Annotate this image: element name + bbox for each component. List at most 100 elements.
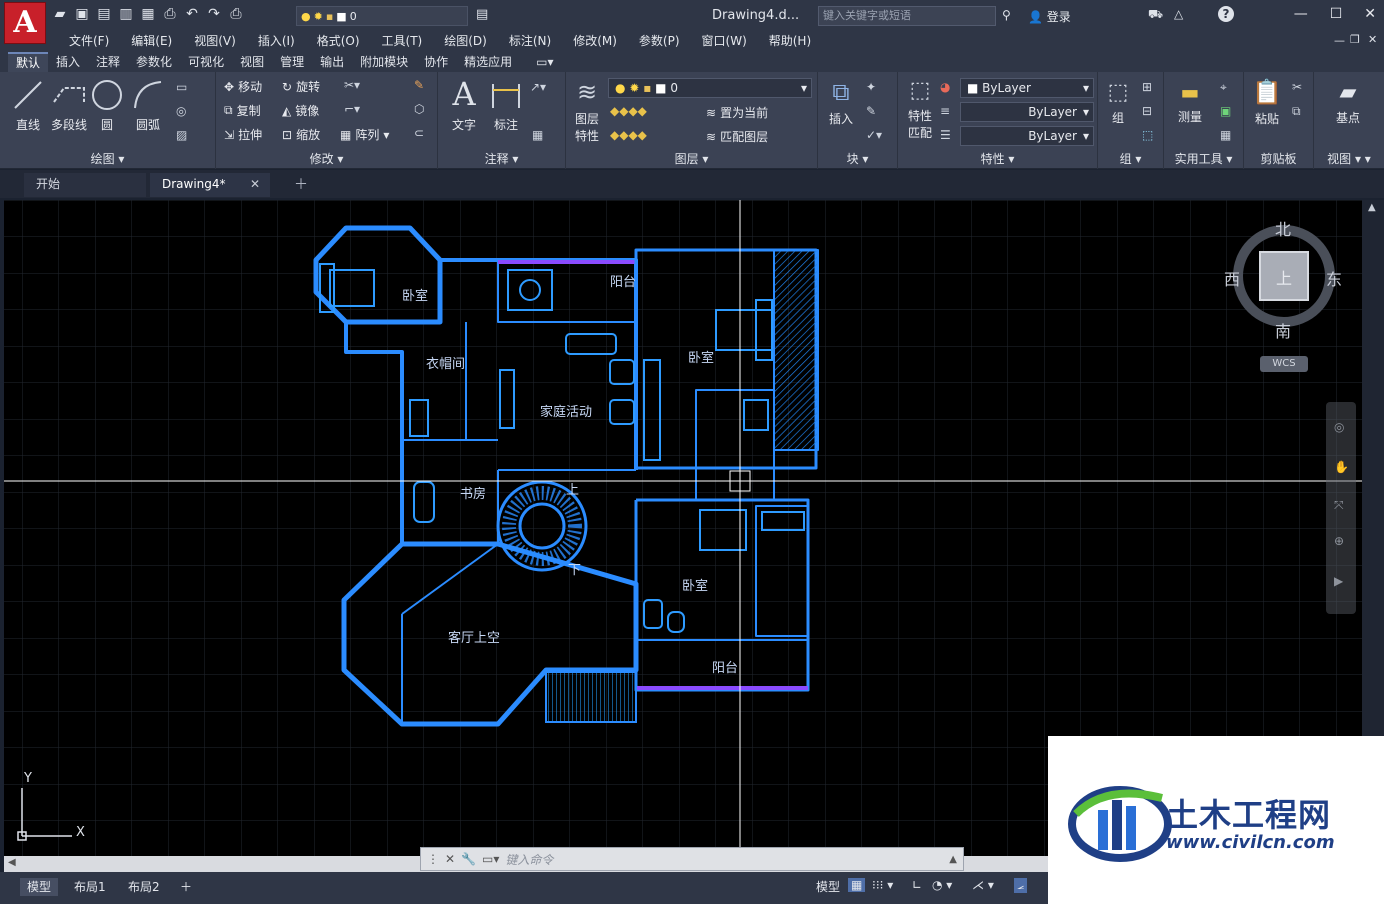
viewcube[interactable]: 北 南 东 西 上 — [1224, 216, 1342, 341]
plot-icon[interactable]: ⎙ — [162, 6, 178, 22]
match-layer-button[interactable]: ≋ 匹配图层 — [706, 128, 768, 145]
panel-groups-title[interactable]: 组 ▾ — [1098, 150, 1163, 167]
ungroup-icon[interactable]: ⊞ — [1142, 80, 1152, 94]
quick-select-icon[interactable]: ▣ — [1220, 104, 1231, 118]
panel-properties-title[interactable]: 特性 ▾ — [898, 150, 1097, 167]
print-icon[interactable]: ⎙ — [228, 6, 244, 22]
viewcube-north[interactable]: 北 — [1275, 216, 1291, 240]
command-grip-icon[interactable]: ⋮ — [427, 852, 439, 866]
menu-window[interactable]: 窗口(W) — [691, 32, 758, 52]
tab-visualize[interactable]: 可视化 — [180, 52, 232, 72]
linetype-dropdown[interactable]: ByLayer ▾ — [960, 102, 1094, 122]
viewcube-top[interactable]: 上 — [1276, 265, 1292, 289]
layout-tab-model[interactable]: 模型 — [20, 878, 59, 896]
minimize-icon[interactable]: — — [1294, 6, 1308, 22]
explode-icon[interactable]: ⬡ — [414, 102, 424, 116]
save-as-icon[interactable]: ▤ — [96, 6, 112, 22]
pan-icon[interactable]: ✋ — [1334, 460, 1349, 474]
rectangle-icon[interactable]: ▭ — [176, 80, 187, 94]
osnap-icon[interactable]: ⋌ ▾ — [972, 878, 994, 892]
panel-utilities-title[interactable]: 实用工具 ▾ — [1164, 150, 1243, 167]
panel-clipboard-title[interactable]: 剪贴板 — [1244, 150, 1313, 167]
login-button[interactable]: 👤 登录 — [1028, 8, 1071, 25]
scroll-left-icon[interactable]: ◀ — [8, 857, 16, 868]
insert-block-button[interactable]: ⧉ 插入 — [822, 78, 860, 127]
close-icon[interactable]: ✕ — [1364, 6, 1376, 22]
viewcube-south[interactable]: 南 — [1275, 318, 1291, 342]
ribbon-options-icon[interactable]: ▭▾ — [528, 52, 561, 72]
cut-icon[interactable]: ✂ — [1292, 80, 1302, 94]
calculator-icon[interactable]: ▦ — [1220, 128, 1231, 142]
redo-icon[interactable]: ↷ — [206, 6, 222, 22]
paste-button[interactable]: 📋 粘贴 — [1250, 78, 1284, 127]
menu-dimension[interactable]: 标注(N) — [498, 32, 562, 52]
gradient-icon[interactable]: ▨ — [176, 128, 187, 142]
panel-layers-title[interactable]: 图层 ▾ — [566, 150, 817, 167]
layer-quick-dropdown[interactable]: ● ✹ ▪ ■ 0 — [296, 6, 468, 26]
new-tab-icon[interactable]: ＋ — [282, 174, 308, 198]
panel-draw-title[interactable]: 绘图 ▾ — [0, 150, 215, 167]
scale-button[interactable]: ⊡ 缩放 — [282, 126, 320, 143]
polar-icon[interactable]: ◔ ▾ — [932, 878, 952, 892]
stretch-button[interactable]: ⇲ 拉伸 — [224, 126, 262, 143]
menu-tools[interactable]: 工具(T) — [371, 32, 434, 52]
attribute-icon[interactable]: ✓▾ — [866, 128, 882, 142]
menu-draw[interactable]: 绘图(D) — [433, 32, 498, 52]
group-select-icon[interactable]: ⬚ — [1142, 128, 1153, 142]
layer-tools-icon[interactable]: ◆◆◆◆ — [610, 104, 647, 118]
menu-restore-icon[interactable]: ❐ — [1350, 33, 1360, 46]
table-icon[interactable]: ▦ — [532, 128, 543, 142]
tab-collaborate[interactable]: 协作 — [416, 52, 456, 72]
scroll-up-icon[interactable]: ▲ — [1368, 202, 1376, 213]
rotate-button[interactable]: ↻ 旋转 — [282, 78, 320, 95]
menu-file[interactable]: 文件(F) — [58, 32, 120, 52]
array-button[interactable]: ▦ 阵列 ▾ — [340, 126, 389, 143]
add-layout-icon[interactable]: ＋ — [180, 878, 192, 895]
steering-wheel-icon[interactable]: ◎ — [1334, 420, 1344, 434]
tab-view[interactable]: 视图 — [232, 52, 272, 72]
lineweight-dropdown[interactable]: ByLayer ▾ — [960, 126, 1094, 146]
set-current-button[interactable]: ≋ 置为当前 — [706, 104, 768, 121]
viewcube-west[interactable]: 西 — [1224, 266, 1240, 290]
cart-icon[interactable]: ⛟ — [1148, 7, 1163, 23]
orbit-icon[interactable]: ⊕ — [1334, 534, 1344, 548]
wcs-menu-button[interactable]: WCS — [1260, 356, 1308, 372]
copy-clip-icon[interactable]: ⧉ — [1292, 104, 1301, 119]
menu-edit[interactable]: 编辑(E) — [120, 32, 183, 52]
search-input[interactable]: 键入关键字或短语 — [818, 6, 996, 26]
ortho-icon[interactable]: ∟ — [912, 878, 922, 892]
tab-insert[interactable]: 插入 — [48, 52, 88, 72]
mirror-button[interactable]: ◭ 镜像 — [282, 102, 319, 119]
copy-button[interactable]: ⧉ 复制 — [224, 102, 261, 119]
arc-button[interactable]: 圆弧 — [128, 78, 168, 133]
line-button[interactable]: 直线 — [8, 78, 48, 133]
tab-start[interactable]: 开始 — [24, 173, 146, 197]
showmotion-icon[interactable]: ▶ — [1334, 574, 1343, 588]
share-icon[interactable]: △ — [1174, 7, 1183, 21]
color-wheel-icon[interactable]: ◕ — [940, 80, 950, 94]
menu-parametric[interactable]: 参数(P) — [628, 32, 691, 52]
id-point-icon[interactable]: ⌖ — [1220, 80, 1227, 95]
menu-view[interactable]: 视图(V) — [183, 32, 247, 52]
undo-icon[interactable]: ↶ — [184, 6, 200, 22]
restore-icon[interactable]: ☐ — [1330, 6, 1343, 22]
zoom-icon[interactable]: ⤧ — [1334, 498, 1344, 513]
group-edit-icon[interactable]: ⊟ — [1142, 104, 1152, 118]
save-web-icon[interactable]: ▦ — [140, 6, 156, 22]
circle-button[interactable]: 圆 — [90, 78, 124, 133]
close-tab-icon[interactable]: ✕ — [250, 173, 260, 195]
tab-drawing4[interactable]: Drawing4* ✕ — [150, 173, 270, 197]
workspace-icon[interactable]: ▤ — [476, 7, 488, 22]
tab-manage[interactable]: 管理 — [272, 52, 312, 72]
application-menu-button[interactable]: A — [4, 2, 46, 44]
tab-featured-apps[interactable]: 精选应用 — [456, 52, 520, 72]
snap-icon[interactable]: ⁝⁝⁝ ▾ — [872, 878, 893, 892]
match-properties-button[interactable]: ⬚ 特性 匹配 — [902, 78, 938, 141]
tab-output[interactable]: 输出 — [312, 52, 352, 72]
fillet-icon[interactable]: ⌐▾ — [344, 102, 360, 116]
dimension-button[interactable]: 标注 — [486, 78, 526, 133]
menu-close-icon[interactable]: ✕ — [1368, 33, 1377, 46]
create-block-icon[interactable]: ✦ — [866, 80, 876, 94]
command-close-icon[interactable]: ✕ — [445, 852, 455, 866]
edit-block-icon[interactable]: ✎ — [866, 104, 876, 118]
